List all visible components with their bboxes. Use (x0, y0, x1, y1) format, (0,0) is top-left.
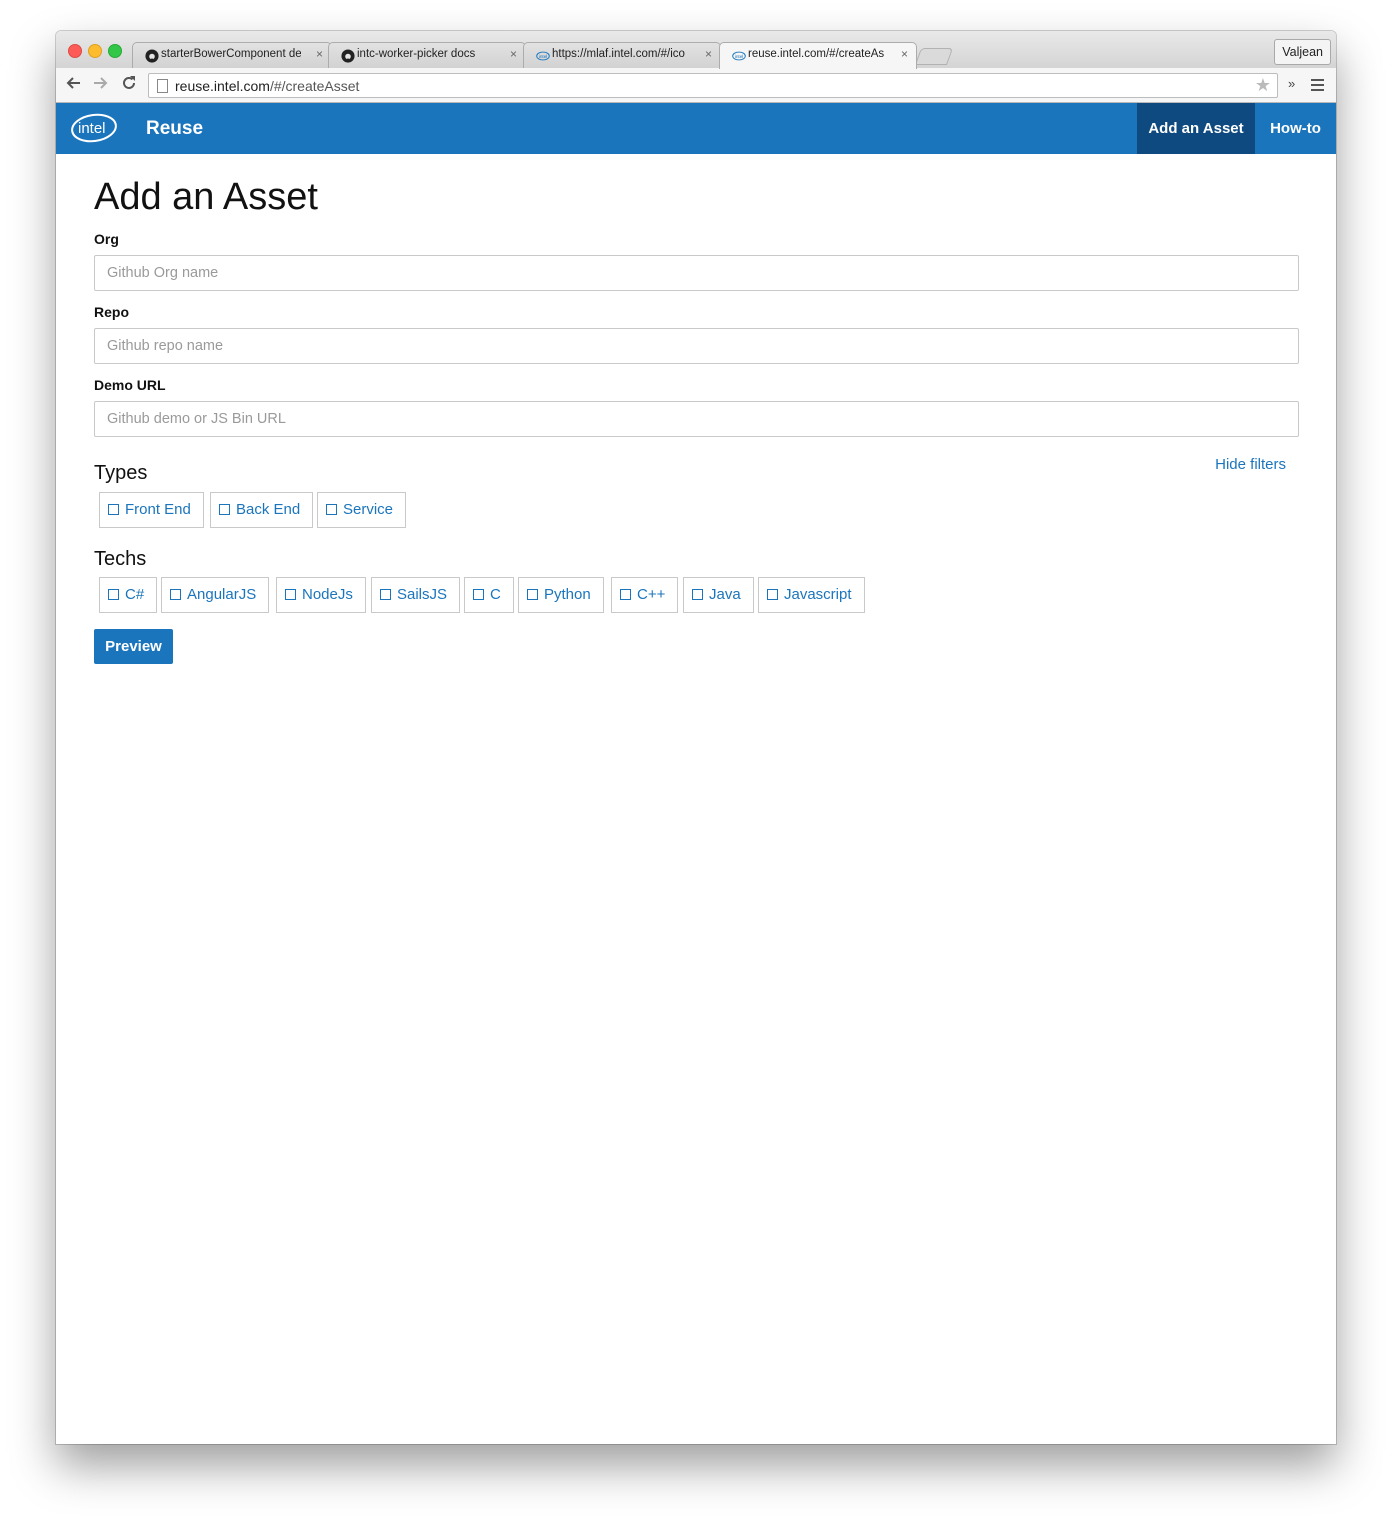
checkbox-icon (692, 589, 703, 600)
intel-logo[interactable]: intel (70, 112, 118, 144)
org-label: Org (94, 231, 119, 247)
extensions-overflow-icon[interactable]: » (1288, 76, 1295, 91)
browser-toolbar: reuse.intel.com/#/createAsset ★ » (56, 68, 1336, 103)
tab-title: starterBowerComponent de (161, 48, 301, 60)
page-title: Add an Asset (94, 176, 318, 218)
chip-label: Front End (125, 501, 191, 518)
demo-url-label: Demo URL (94, 377, 166, 393)
tab-title: https://mlaf.intel.com/#/ico (552, 48, 685, 60)
techs-heading: Techs (94, 548, 147, 570)
checkbox-icon (170, 589, 181, 600)
chip-label: Java (709, 586, 741, 603)
chip-label: NodeJs (302, 586, 353, 603)
intel-icon: intel (732, 49, 746, 63)
profile-button[interactable]: Valjean (1274, 39, 1331, 65)
chip-label: Service (343, 501, 394, 518)
browser-tab-3[interactable]: intel https://mlaf.intel.com/#/ico × (523, 42, 721, 68)
tab-close-icon[interactable]: × (316, 47, 323, 61)
tech-checkbox-angularjs[interactable]: AngularJS (161, 577, 270, 613)
tech-checkbox-python[interactable]: Python (518, 577, 604, 613)
tab-title: reuse.intel.com/#/createAs (748, 48, 885, 60)
tab-close-icon[interactable]: × (901, 47, 908, 61)
window-minimize-button[interactable] (88, 44, 102, 58)
svg-text:intel: intel (735, 54, 744, 59)
url-text: reuse.intel.com/#/createAsset (175, 78, 359, 94)
checkbox-icon (620, 589, 631, 600)
svg-text:intel: intel (539, 54, 548, 59)
type-checkbox-front-end[interactable]: Front End (99, 492, 204, 528)
chip-label: C# (125, 586, 145, 603)
tab-close-icon[interactable]: × (510, 47, 517, 61)
tech-checkbox-java[interactable]: Java (683, 577, 754, 613)
nav-howto[interactable]: How-to (1255, 103, 1336, 154)
tech-checkbox-nodejs[interactable]: NodeJs (276, 577, 366, 613)
chip-label: Javascript (784, 586, 852, 603)
reload-icon[interactable] (119, 75, 139, 96)
tech-checkbox-csharp[interactable]: C# (99, 577, 158, 613)
type-checkbox-back-end[interactable]: Back End (210, 492, 314, 528)
browser-window: starterBowerComponent de × intc-worker-p… (56, 31, 1336, 1444)
tab-title: intc-worker-picker docs (357, 48, 476, 60)
tech-checkbox-c[interactable]: C (464, 577, 514, 613)
checkbox-icon (285, 589, 296, 600)
github-icon (341, 49, 355, 63)
forward-arrow-icon[interactable] (91, 75, 111, 96)
checkbox-icon (473, 589, 484, 600)
chip-label: SailsJS (397, 586, 448, 603)
url-host: reuse.intel.com (175, 78, 270, 94)
checkbox-icon (767, 589, 778, 600)
intel-icon: intel (536, 49, 550, 63)
chip-label: Back End (236, 501, 301, 518)
url-path: /#/createAsset (269, 78, 360, 94)
github-icon (145, 49, 159, 63)
window-close-button[interactable] (68, 44, 82, 58)
org-input[interactable] (94, 255, 1299, 291)
demo-url-input[interactable] (94, 401, 1299, 437)
chip-label: C++ (637, 586, 666, 603)
back-arrow-icon[interactable] (63, 75, 83, 96)
checkbox-icon (108, 504, 119, 515)
browser-tab-1[interactable]: starterBowerComponent de × (132, 42, 332, 68)
checkbox-icon (219, 504, 230, 515)
tab-strip: starterBowerComponent de × intc-worker-p… (56, 31, 1336, 69)
tech-checkbox-cpp[interactable]: C++ (611, 577, 679, 613)
checkbox-icon (380, 589, 391, 600)
tech-checkbox-sailsjs[interactable]: SailsJS (371, 577, 461, 613)
chip-label: AngularJS (187, 586, 257, 603)
bookmark-star-icon[interactable]: ★ (1255, 75, 1271, 96)
repo-input[interactable] (94, 328, 1299, 364)
page-icon (157, 79, 168, 93)
types-heading: Types (94, 462, 148, 484)
tech-checkbox-javascript[interactable]: Javascript (758, 577, 865, 613)
checkbox-icon (527, 589, 538, 600)
window-maximize-button[interactable] (108, 44, 122, 58)
svg-text:intel: intel (78, 120, 106, 137)
brand-title[interactable]: Reuse (146, 118, 203, 140)
checkbox-icon (326, 504, 337, 515)
chip-label: C (490, 586, 501, 603)
address-bar[interactable]: reuse.intel.com/#/createAsset ★ (148, 73, 1278, 98)
menu-icon[interactable] (1311, 79, 1324, 94)
checkbox-icon (108, 589, 119, 600)
type-checkbox-service[interactable]: Service (317, 492, 407, 528)
preview-button[interactable]: Preview (94, 629, 173, 664)
repo-label: Repo (94, 304, 129, 320)
nav-add-asset[interactable]: Add an Asset (1137, 103, 1255, 154)
tab-close-icon[interactable]: × (705, 47, 712, 61)
app-navbar: intel Reuse Add an Asset How-to (56, 103, 1336, 154)
browser-tab-2[interactable]: intc-worker-picker docs × (328, 42, 526, 68)
browser-tab-4[interactable]: intel reuse.intel.com/#/createAs × (719, 42, 917, 69)
new-tab-button[interactable] (914, 48, 954, 65)
chip-label: Python (544, 586, 591, 603)
hide-filters-link[interactable]: Hide filters (1215, 456, 1286, 473)
